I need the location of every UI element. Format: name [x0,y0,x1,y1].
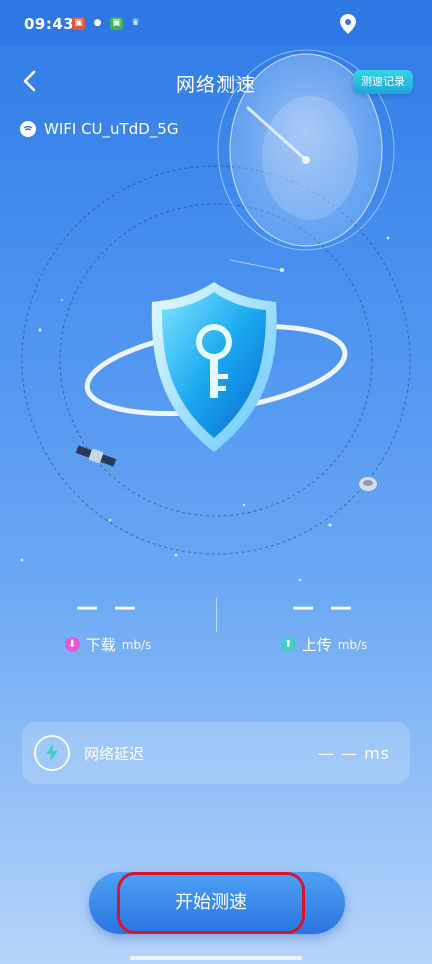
notification-icons: ▣ ● ▣ ♛ [72,17,142,30]
shield-icon [84,282,348,452]
crown-icon: ♛ [131,18,140,28]
satellite-icon-2 [359,477,377,491]
wifi-icon [20,121,36,137]
wechat-icon: ● [93,18,102,28]
upload-label: 上传 [301,636,332,654]
satellite-icon [75,445,117,467]
speed-test-illustration [20,49,411,582]
latency-label: 网络延迟 [84,744,145,763]
upload-value: — — [292,595,356,620]
upload-unit: mb/s [337,637,368,652]
download-icon: ⬇ [64,637,80,652]
history-button[interactable]: 测速记录 [353,70,413,94]
latency-value: — — ms [317,743,390,763]
upload-icon: ⬆ [280,637,296,652]
lightning-icon [34,735,70,771]
latency-card: 网络延迟 — — ms [22,722,410,784]
app-notification-icon: ▣ [72,17,85,30]
app-notification-icon-2: ▣ [110,17,123,30]
download-label: 下载 [85,636,116,654]
wifi-info: WIFI CU_uTdD_5G [20,120,178,138]
divider [216,598,217,632]
upload-speed: — — ⬆ 上传 mb/s [224,595,424,655]
home-indicator [130,956,302,960]
wifi-name: WIFI CU_uTdD_5G [44,120,179,138]
download-unit: mb/s [121,637,152,652]
start-test-button[interactable]: 开始测速 [117,872,305,934]
download-value: — — [76,595,140,620]
download-speed: — — ⬇ 下载 mb/s [8,595,208,655]
